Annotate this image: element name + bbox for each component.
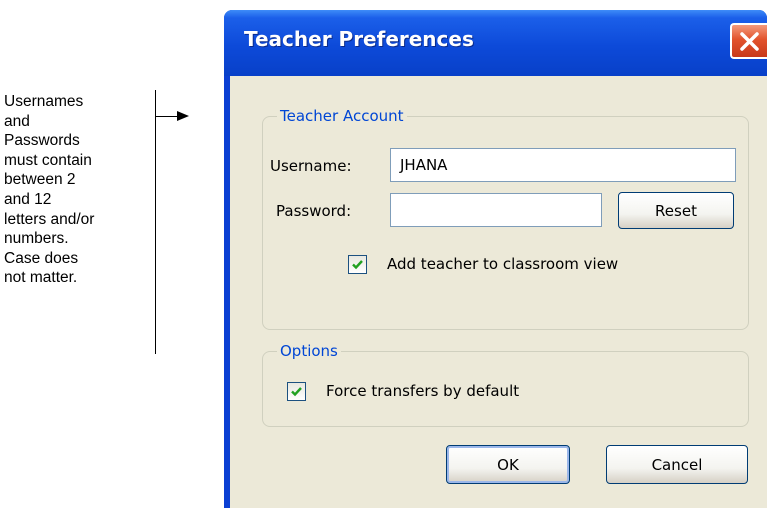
force-transfers-label[interactable]: Force transfers by default: [326, 382, 519, 400]
force-transfers-checkbox[interactable]: [287, 382, 306, 401]
add-teacher-label[interactable]: Add teacher to classroom view: [387, 255, 618, 273]
reset-button[interactable]: Reset: [618, 192, 734, 229]
teacher-account-group-title: Teacher Account: [277, 107, 407, 125]
checkmark-icon: [352, 260, 363, 270]
dialog-body: Teacher Account Username: JHANA Password…: [230, 76, 767, 508]
dialog-title: Teacher Preferences: [244, 27, 474, 51]
annotation-line: Case does: [4, 249, 79, 267]
username-input[interactable]: JHANA: [390, 148, 736, 182]
options-group-title: Options: [277, 342, 341, 360]
annotation-line: not matter.: [4, 269, 78, 287]
close-icon: [740, 32, 759, 51]
title-bar[interactable]: Teacher Preferences: [224, 10, 767, 76]
annotation-line: and 12: [4, 190, 52, 208]
username-label: Username:: [270, 157, 352, 175]
annotation-line: and: [4, 112, 30, 130]
annotation-line: must contain: [4, 151, 92, 169]
add-teacher-checkbox[interactable]: [348, 255, 367, 274]
arrow-right-icon: [177, 111, 189, 121]
teacher-preferences-dialog: Teacher Preferences Teacher Account User…: [224, 10, 767, 508]
password-input[interactable]: [390, 193, 602, 227]
annotation-arrow-line: [155, 116, 177, 117]
checkmark-icon: [291, 387, 302, 397]
close-button[interactable]: [730, 23, 767, 59]
annotation-bracket-line: [155, 90, 156, 354]
ok-button[interactable]: OK: [446, 445, 570, 484]
cancel-button[interactable]: Cancel: [606, 445, 748, 484]
annotation-line: letters and/or: [4, 210, 95, 228]
password-label: Password:: [276, 202, 352, 220]
annotation-line: numbers.: [4, 230, 69, 248]
annotation-line: Usernames: [4, 93, 84, 110]
annotation-line: Passwords: [4, 132, 80, 150]
annotation-note: Usernames and Passwords must contain bet…: [4, 92, 144, 288]
annotation-line: between 2: [4, 171, 76, 189]
